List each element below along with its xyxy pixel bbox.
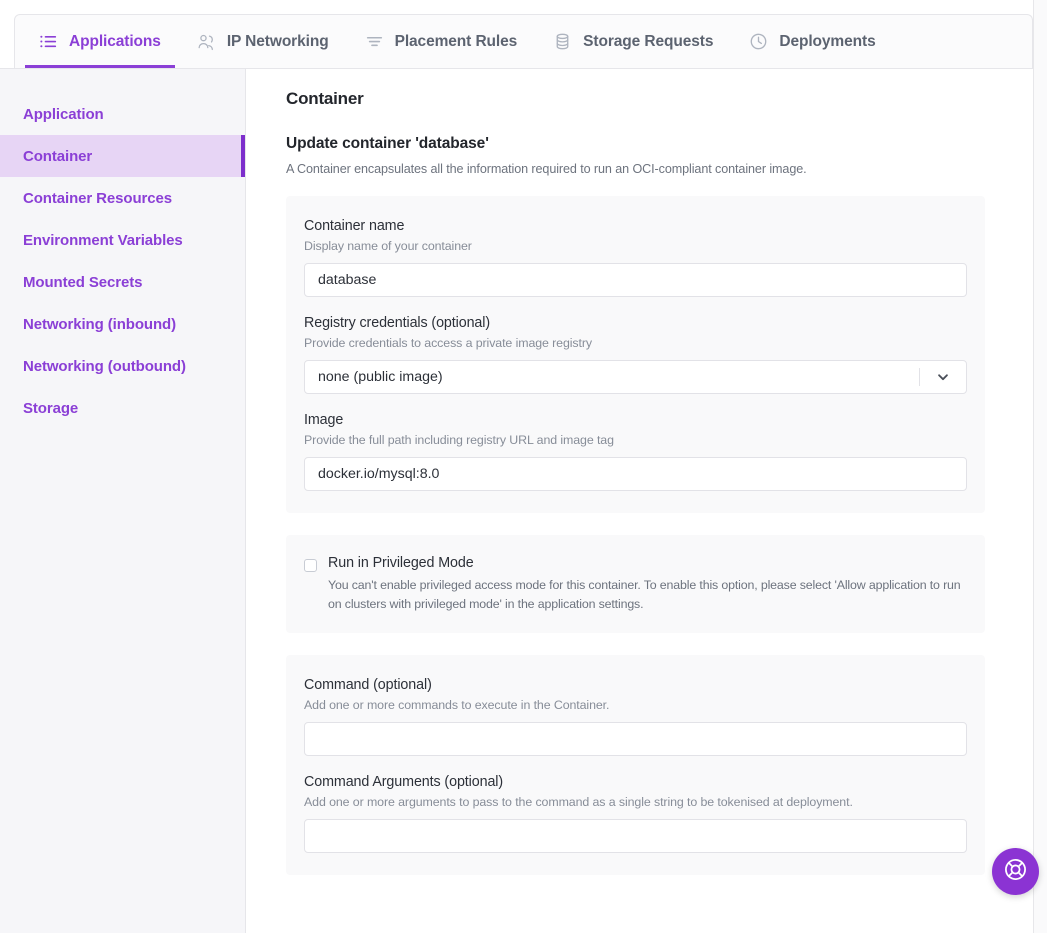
privileged-mode-label: Run in Privileged Mode	[328, 555, 474, 571]
command-card: Command (optional) Add one or more comma…	[286, 655, 985, 876]
field-help: Provide credentials to access a private …	[304, 336, 592, 350]
field-label: Command (optional)	[304, 677, 432, 694]
section-heading: Update container 'database'	[286, 135, 489, 152]
image-input[interactable]	[304, 457, 967, 491]
container-identity-card: Container name Display name of your cont…	[286, 196, 985, 513]
tab-deployments[interactable]: Deployments	[731, 15, 893, 68]
field-registry-credentials: Registry credentials (optional) Provide …	[304, 315, 967, 394]
sidebar-item-application[interactable]: Application	[0, 93, 245, 135]
network-icon	[197, 32, 216, 51]
sidebar-item-label: Networking (outbound)	[23, 357, 186, 375]
field-label: Image	[304, 412, 344, 428]
command-input[interactable]	[304, 722, 967, 757]
sidebar-item-container[interactable]: Container	[0, 135, 245, 177]
field-container-name: Container name Display name of your cont…	[304, 218, 967, 297]
sidebar-item-label: Networking (inbound)	[23, 315, 176, 333]
tab-ip-networking[interactable]: IP Networking	[179, 15, 347, 68]
container-name-input[interactable]	[304, 263, 967, 297]
field-help: Add one or more commands to execute in t…	[304, 698, 610, 713]
filter-icon	[365, 32, 384, 51]
tab-label: IP Networking	[226, 32, 329, 50]
settings-sidebar: Application Container Container Resource…	[0, 69, 246, 933]
sidebar-item-label: Container	[23, 147, 93, 165]
sidebar-item-environment-variables[interactable]: Environment Variables	[0, 219, 245, 261]
lifebuoy-icon	[1003, 857, 1028, 887]
tab-label: Storage Requests	[583, 32, 714, 50]
select-value: none (public image)	[318, 369, 443, 385]
field-label: Container name	[304, 218, 405, 234]
privileged-mode-description: You can't enable privileged access mode …	[328, 578, 961, 611]
field-image: Image Provide the full path including re…	[304, 412, 967, 491]
tab-placement-rules[interactable]: Placement Rules	[347, 15, 536, 68]
main-panel: Container Update container 'database' A …	[246, 69, 1033, 933]
tab-label: Deployments	[779, 32, 876, 50]
select-divider	[919, 368, 920, 386]
privileged-mode-checkbox[interactable]	[304, 559, 317, 572]
tab-label: Applications	[69, 32, 161, 50]
sidebar-item-label: Mounted Secrets	[23, 273, 143, 291]
sidebar-item-mounted-secrets[interactable]: Mounted Secrets	[0, 261, 245, 303]
database-icon	[553, 32, 572, 51]
sidebar-item-label: Storage	[23, 399, 79, 417]
sidebar-item-label: Application	[23, 105, 104, 123]
command-arguments-input[interactable]	[304, 819, 967, 854]
content-wrapper: Application Container Container Resource…	[0, 68, 1033, 933]
app-root: Applications IP Networking Placement Rul…	[0, 0, 1047, 933]
right-gutter	[1033, 0, 1047, 933]
sidebar-item-networking-outbound[interactable]: Networking (outbound)	[0, 345, 245, 387]
tab-storage-requests[interactable]: Storage Requests	[535, 15, 731, 68]
field-help: Display name of your container	[304, 239, 472, 253]
privileged-mode-row: Run in Privileged Mode You can't enable …	[304, 555, 967, 613]
tab-label: Placement Rules	[394, 32, 518, 50]
sidebar-item-container-resources[interactable]: Container Resources	[0, 177, 245, 219]
field-help: Add one or more arguments to pass to the…	[304, 795, 853, 810]
tab-applications[interactable]: Applications	[21, 15, 179, 68]
sidebar-item-label: Environment Variables	[23, 231, 183, 249]
primary-tab-bar: Applications IP Networking Placement Rul…	[14, 14, 1033, 68]
sidebar-item-networking-inbound[interactable]: Networking (inbound)	[0, 303, 245, 345]
list-icon	[39, 32, 58, 51]
field-command-arguments: Command Arguments (optional) Add one or …	[304, 774, 967, 854]
field-label: Registry credentials (optional)	[304, 315, 491, 331]
page-title: Container	[286, 89, 364, 108]
privileged-mode-text: Run in Privileged Mode You can't enable …	[328, 555, 967, 613]
sidebar-item-label: Container Resources	[23, 189, 172, 207]
registry-credentials-select[interactable]: none (public image)	[304, 360, 967, 394]
section-description: A Container encapsulates all the informa…	[286, 162, 807, 176]
field-label: Command Arguments (optional)	[304, 774, 504, 791]
field-command: Command (optional) Add one or more comma…	[304, 677, 967, 757]
sidebar-item-storage[interactable]: Storage	[0, 387, 245, 429]
privileged-mode-card: Run in Privileged Mode You can't enable …	[286, 535, 985, 634]
field-help: Provide the full path including registry…	[304, 433, 614, 447]
clock-icon	[749, 32, 768, 51]
chevron-down-icon	[934, 368, 952, 386]
help-support-button[interactable]	[992, 848, 1039, 895]
